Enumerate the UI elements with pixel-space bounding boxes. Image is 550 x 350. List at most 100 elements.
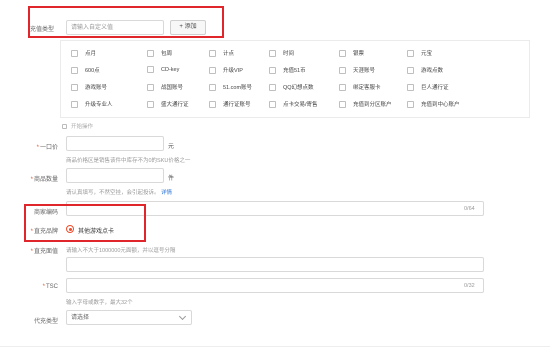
option-item[interactable]: CD-key <box>147 66 179 73</box>
tsc-hint: 输入字母或数字，最大32个 <box>66 300 133 306</box>
checkbox[interactable] <box>71 83 78 91</box>
option-item[interactable]: 战国账号 <box>147 83 183 91</box>
option-item[interactable]: 点月 <box>71 49 96 57</box>
checkbox[interactable] <box>339 49 346 57</box>
option-item[interactable]: 计点 <box>209 49 234 57</box>
option-label: QQ幻想点数 <box>283 85 314 91</box>
option-item[interactable]: 通行证账号 <box>209 100 251 108</box>
option-item[interactable]: 银票 <box>339 49 364 57</box>
highlight-recharge-type <box>28 6 224 38</box>
checkbox[interactable] <box>269 100 276 108</box>
option-item[interactable]: 元宝 <box>407 49 432 57</box>
recharge-amount-input[interactable] <box>66 257 484 272</box>
checkbox[interactable] <box>147 66 154 73</box>
checkbox[interactable] <box>269 66 276 74</box>
options-grid: 点月 包周 计点 时间 银票 元宝 600点 CD-key 升级VIP 充值51币 天涯账号 游戏点数… <box>60 40 530 118</box>
option-label: 点月 <box>85 51 97 57</box>
option-item[interactable]: 点卡交易/寄售 <box>269 100 318 108</box>
option-label: 元宝 <box>421 51 433 57</box>
option-item[interactable]: 游戏点数 <box>407 66 443 74</box>
checkbox[interactable] <box>407 66 414 74</box>
checkbox[interactable] <box>147 83 154 91</box>
option-label: 充值到分区账户 <box>353 102 392 108</box>
checkbox[interactable] <box>71 100 78 108</box>
tsc-input[interactable] <box>66 278 484 293</box>
checkbox[interactable] <box>71 66 78 74</box>
option-label: 充值到中心账户 <box>421 102 460 108</box>
option-label: 51.com账号 <box>223 85 253 91</box>
option-label: 计点 <box>223 51 235 57</box>
option-label: 天涯账号 <box>353 68 376 74</box>
price-input[interactable] <box>66 136 164 151</box>
checkbox[interactable] <box>71 49 78 57</box>
tsc-counter: 0/32 <box>464 283 475 289</box>
checkbox[interactable] <box>339 66 346 74</box>
checkbox[interactable] <box>269 49 276 57</box>
option-item[interactable]: 游戏账号 <box>71 83 107 91</box>
option-label: 银票 <box>353 51 365 57</box>
batch-action-label: 开始操作 <box>71 124 94 130</box>
checkbox[interactable] <box>407 49 414 57</box>
batch-action[interactable]: 开始操作 <box>62 122 93 130</box>
option-item[interactable]: 包周 <box>147 49 172 57</box>
option-label: 充值51币 <box>283 68 306 74</box>
option-label: 600点 <box>85 68 100 74</box>
checkbox[interactable] <box>407 83 414 91</box>
agent-type-label: 代充类型 <box>33 319 58 325</box>
option-item[interactable]: 时间 <box>269 49 294 57</box>
quantity-input[interactable] <box>66 168 164 183</box>
option-label: 绑定客服卡 <box>353 85 381 91</box>
price-hint: 商品价格区是销售该件中库存不为0的SKU价格之一 <box>66 158 191 164</box>
quantity-hint: 请认真填写，不然空挂，会引起投诉。 详情 <box>66 188 172 196</box>
option-item[interactable]: 巨人通行证 <box>407 83 449 91</box>
checkbox[interactable] <box>339 83 346 91</box>
checkbox[interactable] <box>209 49 216 57</box>
agent-type-select[interactable]: 请选择 <box>66 310 192 325</box>
option-item[interactable]: 天涯账号 <box>339 66 375 74</box>
recharge-amount-hint: 请输入不大于1000000元面额，并以逗号分隔 <box>66 248 176 254</box>
option-item[interactable]: 600点 <box>71 66 100 74</box>
option-label: CD-key <box>161 66 180 73</box>
highlight-recharge-mode <box>24 204 146 242</box>
option-label: 游戏点数 <box>421 68 444 74</box>
checkbox[interactable] <box>339 100 346 108</box>
option-item[interactable]: 绑定客服卡 <box>339 83 381 91</box>
option-label: 盛大通行证 <box>161 102 189 108</box>
merchant-code-counter: 0/64 <box>464 206 475 212</box>
checkbox[interactable] <box>209 83 216 91</box>
option-item[interactable]: QQ幻想点数 <box>269 83 314 91</box>
checkbox[interactable] <box>147 49 154 57</box>
option-label: 游戏账号 <box>85 85 108 91</box>
option-item[interactable]: 充值到中心账户 <box>407 100 460 108</box>
checkbox[interactable] <box>269 83 276 91</box>
batch-icon <box>62 123 67 129</box>
agent-type-value: 请选择 <box>71 315 90 321</box>
option-item[interactable]: 升级专业人 <box>71 100 113 108</box>
recharge-amount-label: *直充面值 <box>30 249 58 255</box>
option-item[interactable]: 51.com账号 <box>209 83 252 91</box>
price-label: *一口价 <box>36 145 58 151</box>
quantity-hint-text: 请认真填写，不然空挂，会引起投诉。 <box>66 190 160 196</box>
quantity-label: *商品数量 <box>30 177 58 183</box>
option-item[interactable]: 充值到分区账户 <box>339 100 392 108</box>
option-label: 时间 <box>283 51 295 57</box>
checkbox[interactable] <box>209 66 216 74</box>
option-item[interactable]: 升级VIP <box>209 66 243 74</box>
option-label: 巨人通行证 <box>421 85 449 91</box>
quantity-hint-link[interactable]: 详情 <box>161 190 172 196</box>
divider <box>0 346 550 347</box>
option-label: 包周 <box>161 51 173 57</box>
option-label: 点卡交易/寄售 <box>283 102 318 108</box>
quantity-unit: 件 <box>168 176 175 182</box>
option-item[interactable]: 充值51币 <box>269 66 306 74</box>
option-label: 升级专业人 <box>85 102 113 108</box>
option-item[interactable]: 盛大通行证 <box>147 100 189 108</box>
option-label: 战国账号 <box>161 85 184 91</box>
checkbox[interactable] <box>407 100 414 108</box>
checkbox[interactable] <box>209 100 216 108</box>
option-label: 升级VIP <box>223 68 243 74</box>
price-unit: 元 <box>168 144 175 150</box>
checkbox[interactable] <box>147 100 154 108</box>
tsc-label: *TSC <box>42 284 58 290</box>
option-label: 通行证账号 <box>223 102 251 108</box>
